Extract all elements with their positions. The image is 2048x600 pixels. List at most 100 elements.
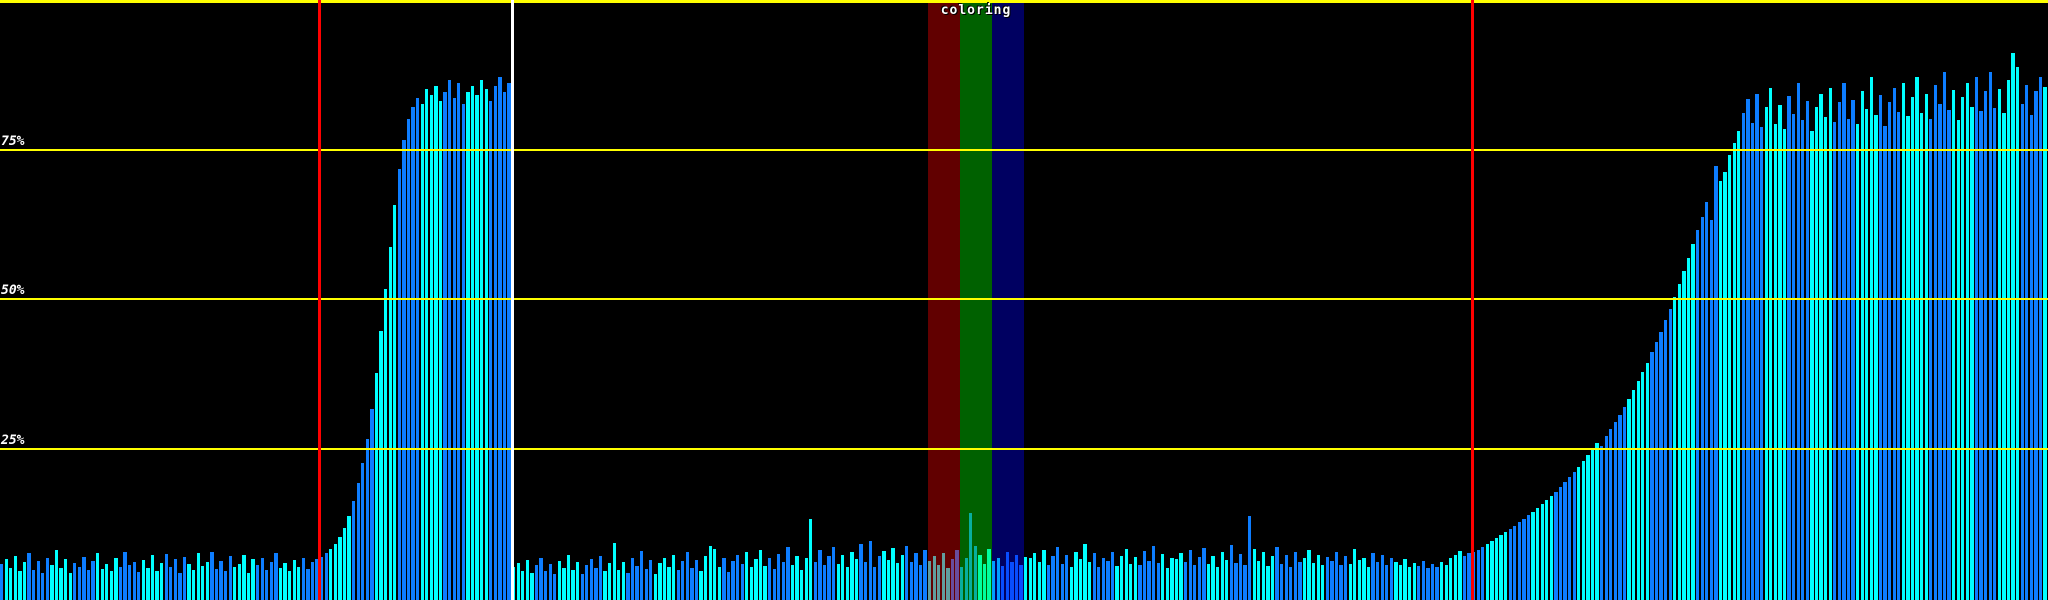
histogram-bar: [530, 572, 534, 600]
histogram-bar: [1202, 548, 1206, 600]
histogram-bar: [694, 559, 699, 600]
histogram-bar: [1750, 122, 1755, 600]
histogram-bar: [1211, 555, 1215, 600]
histogram-bar: [1860, 90, 1864, 600]
histogram-bar: [1504, 532, 1508, 600]
red-marker-line-2[interactable]: [1471, 0, 1474, 600]
histogram-bar: [1714, 166, 1718, 600]
histogram-bar: [612, 543, 616, 600]
histogram-bar: [2002, 113, 2006, 600]
histogram-bar: [704, 556, 708, 600]
histogram-bar: [50, 565, 54, 600]
histogram-bar: [1426, 568, 1430, 600]
histogram-bar: [667, 566, 671, 600]
histogram-bar: [347, 516, 351, 600]
histogram-bar: [658, 562, 662, 600]
histogram-bar: [1435, 566, 1439, 600]
histogram-bar: [804, 558, 808, 600]
histogram-bar: [1147, 560, 1151, 600]
histogram-bar: [1490, 541, 1494, 600]
histogram-bar: [429, 94, 433, 600]
histogram-bar: [1357, 559, 1361, 600]
histogram-bar: [845, 566, 849, 600]
histogram-bar: [713, 549, 717, 600]
y-axis-label-50: 50%: [1, 283, 25, 298]
histogram-bar: [182, 556, 187, 600]
histogram-bar: [1787, 95, 1791, 600]
histogram-bar: [608, 562, 612, 600]
histogram-bar: [1229, 545, 1233, 600]
histogram-bar: [237, 563, 241, 600]
coloring-band-green: [960, 0, 992, 600]
histogram-bar: [1801, 120, 1805, 600]
histogram-bar: [1888, 101, 1892, 600]
histogram-bar: [708, 546, 712, 600]
histogram-bar: [813, 561, 817, 600]
histogram-bar: [1915, 77, 1919, 600]
histogram-bar: [896, 562, 900, 600]
histogram-bar: [1485, 544, 1489, 600]
histogram-bar: [192, 569, 196, 600]
histogram-bar: [420, 103, 424, 600]
histogram-bar: [1069, 566, 1073, 600]
histogram-bar: [877, 556, 881, 600]
histogram-bar: [1737, 130, 1741, 600]
histogram-bar: [1060, 563, 1064, 600]
histogram-bar: [576, 562, 580, 600]
white-marker-line[interactable]: [511, 0, 514, 600]
histogram-bar: [150, 555, 155, 600]
histogram-bar: [1156, 562, 1160, 600]
histogram-bar: [1513, 525, 1517, 600]
histogram-bar: [1970, 106, 1974, 600]
histogram-bar: [475, 94, 479, 600]
histogram-bar: [1330, 560, 1334, 600]
histogram-bar: [836, 563, 840, 600]
histogram-bar: [4, 558, 8, 600]
histogram-bar: [909, 561, 913, 600]
histogram-bar: [640, 551, 644, 600]
histogram-bar: [265, 570, 269, 600]
histogram-bar: [132, 561, 136, 600]
histogram-bar: [777, 554, 781, 600]
histogram-bar: [324, 553, 328, 600]
histogram-bar: [630, 558, 635, 600]
histogram-bar: [1636, 381, 1640, 600]
histogram-bar: [160, 562, 164, 600]
histogram-bar: [196, 553, 200, 600]
histogram-bar: [859, 544, 863, 600]
histogram-bar: [1046, 564, 1051, 600]
histogram-bar: [219, 560, 223, 600]
histogram-bar: [1933, 85, 1937, 600]
histogram-bar: [1581, 461, 1585, 600]
histogram-bar: [886, 559, 891, 600]
histogram-bar: [96, 552, 100, 600]
histogram-bar: [795, 555, 799, 600]
histogram-bar: [1874, 115, 1878, 600]
red-marker-line-1[interactable]: [318, 0, 321, 600]
histogram-bar: [155, 570, 159, 600]
histogram-bar: [114, 558, 118, 600]
histogram-bar: [406, 118, 411, 600]
histogram-bar: [123, 551, 127, 600]
histogram-bar: [649, 559, 653, 600]
histogram-bar: [1398, 565, 1403, 600]
histogram-bar: [242, 554, 246, 600]
histogram-bar: [662, 557, 667, 600]
histogram-bar: [425, 88, 429, 600]
histogram-bar: [1403, 558, 1407, 600]
histogram-bar: [338, 537, 342, 600]
histogram-bar: [1430, 564, 1435, 600]
histogram-bar: [274, 552, 278, 600]
histogram-bar: [1174, 558, 1179, 600]
histogram-bar: [1769, 88, 1773, 600]
histogram-bar: [1668, 308, 1672, 600]
histogram-bar: [1545, 500, 1549, 600]
histogram-bar: [1974, 77, 1979, 600]
histogram-bar: [278, 567, 283, 600]
histogram-bar: [539, 558, 543, 600]
histogram-bar: [1312, 562, 1316, 600]
histogram-bar: [1641, 372, 1645, 600]
histogram-bar: [1705, 202, 1709, 600]
histogram-bar: [768, 557, 772, 600]
histogram-bar: [251, 559, 255, 600]
